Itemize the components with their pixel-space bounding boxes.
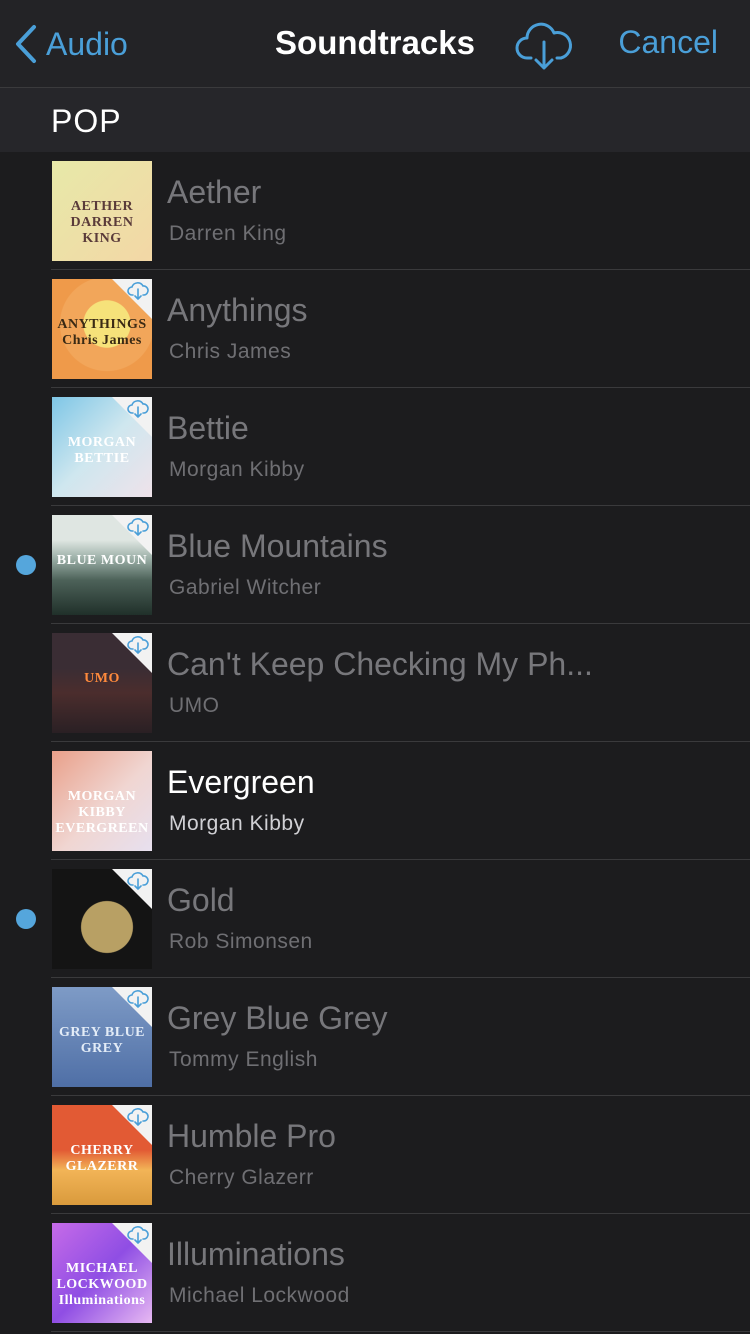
cloud-download-icon <box>127 518 149 536</box>
cloud-download-icon <box>127 636 149 654</box>
album-artwork-text: MICHAEL LOCKWOOD Illuminations <box>56 1261 148 1308</box>
cloud-download-icon <box>127 1108 149 1126</box>
album-artwork: GREY BLUE GREY <box>52 987 152 1087</box>
album-artwork-text: UMO <box>84 671 120 686</box>
album-artwork-text: MORGAN BETTIE <box>67 435 137 466</box>
album-artwork: BLUE MOUN <box>52 515 152 615</box>
track-artist: UMO <box>169 694 220 717</box>
back-button-label: Audio <box>46 25 128 62</box>
album-artwork: MICHAEL LOCKWOOD Illuminations <box>52 1223 152 1323</box>
cloud-download-icon <box>515 22 572 70</box>
track-title: Humble Pro <box>167 1118 336 1154</box>
cloud-download-icon <box>127 872 149 890</box>
selected-indicator-dot <box>16 555 36 575</box>
track-artist: Morgan Kibby <box>169 458 305 481</box>
album-artwork: AETHER DARREN KING <box>52 161 152 261</box>
track-row[interactable]: MICHAEL LOCKWOOD Illuminations Illuminati… <box>0 1214 750 1332</box>
track-title: Bettie <box>167 410 249 446</box>
album-artwork: MORGAN KIBBY EVERGREEN <box>52 751 152 851</box>
track-artist: Chris James <box>169 340 292 363</box>
cloud-download-icon <box>127 400 149 418</box>
track-row[interactable]: BLUE MOUN Blue Mountains Gabriel Witcher <box>0 506 750 624</box>
track-title: Grey Blue Grey <box>167 1000 388 1036</box>
track-artist: Tommy English <box>169 1048 318 1071</box>
track-artist: Gabriel Witcher <box>169 576 322 599</box>
track-title: Illuminations <box>167 1236 345 1272</box>
album-artwork-text: GREY BLUE GREY <box>58 1025 146 1056</box>
cloud-download-icon <box>127 282 149 300</box>
album-artwork: ANYTHINGS Chris James <box>52 279 152 379</box>
section-title: POP <box>51 103 122 139</box>
track-row[interactable]: AETHER DARREN KING Aether Darren King <box>0 152 750 270</box>
track-row[interactable]: CHERRY GLAZERR Humble Pro Cherry Glazerr <box>0 1096 750 1214</box>
selected-indicator-dot <box>16 909 36 929</box>
track-artist: Darren King <box>169 222 287 245</box>
track-artist: Michael Lockwood <box>169 1284 350 1307</box>
track-row[interactable]: ANYTHINGS Chris James Anythings Chris Jame… <box>0 270 750 388</box>
track-row[interactable]: UMO Can't Keep Checking My Ph... UMO <box>0 624 750 742</box>
track-row[interactable]: GREY BLUE GREY Grey Blue Grey Tommy Englis… <box>0 978 750 1096</box>
section-header: POP <box>0 88 750 152</box>
track-title: Anythings <box>167 292 308 328</box>
cloud-download-icon <box>127 990 149 1008</box>
track-artist: Morgan Kibby <box>169 812 305 835</box>
cloud-download-icon <box>127 1226 149 1244</box>
track-artist: Cherry Glazerr <box>169 1166 314 1189</box>
navigation-bar: Audio Soundtracks Cancel <box>0 0 750 88</box>
row-divider <box>51 1331 750 1332</box>
album-artwork: MORGAN BETTIE <box>52 397 152 497</box>
album-artwork <box>52 869 152 969</box>
track-artist: Rob Simonsen <box>169 930 313 953</box>
track-row[interactable]: MORGAN KIBBY EVERGREEN Evergreen Morgan Ki… <box>0 742 750 860</box>
track-title: Blue Mountains <box>167 528 388 564</box>
cancel-button[interactable]: Cancel <box>618 24 718 61</box>
back-button[interactable]: Audio <box>14 22 128 66</box>
album-artwork: CHERRY GLAZERR <box>52 1105 152 1205</box>
chevron-left-icon <box>16 25 36 63</box>
track-title: Aether <box>167 174 262 210</box>
album-artwork: UMO <box>52 633 152 733</box>
album-artwork-text: AETHER DARREN KING <box>70 199 134 246</box>
soundtrack-list: AETHER DARREN KING Aether Darren King ANYTH… <box>0 152 750 1332</box>
track-title: Gold <box>167 882 235 918</box>
album-artwork-text: BLUE MOUN <box>56 553 148 568</box>
track-row[interactable]: Gold Rob Simonsen <box>0 860 750 978</box>
track-title: Can't Keep Checking My Ph... <box>167 646 593 682</box>
album-artwork-text: ANYTHINGS Chris James <box>57 317 147 348</box>
album-artwork-text: MORGAN KIBBY EVERGREEN <box>55 789 149 836</box>
download-button[interactable] <box>514 20 574 72</box>
track-title: Evergreen <box>167 764 315 800</box>
track-row[interactable]: MORGAN BETTIE Bettie Morgan Kibby <box>0 388 750 506</box>
album-artwork-text: CHERRY GLAZERR <box>65 1143 139 1174</box>
